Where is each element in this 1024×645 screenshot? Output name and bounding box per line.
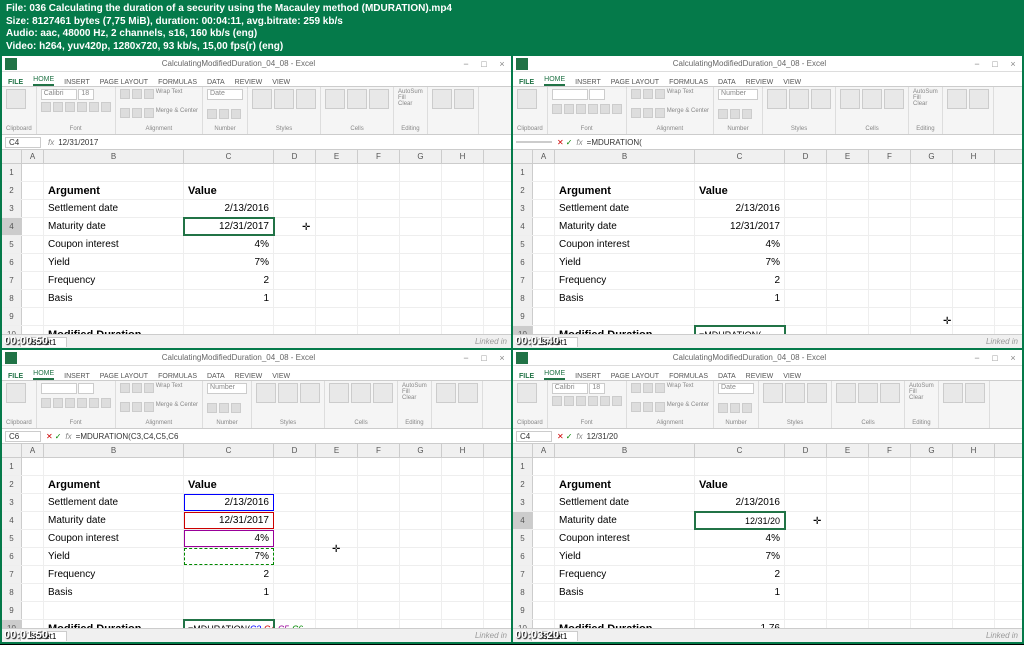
format-icon[interactable] — [369, 89, 389, 109]
timestamp: 00:00:50 — [4, 335, 48, 347]
numformat-select[interactable]: Date — [207, 89, 243, 100]
label-settlement[interactable]: Settlement date — [44, 200, 184, 217]
cursor-icon: ✛ — [332, 544, 340, 555]
window-controls[interactable]: −□× — [457, 59, 511, 69]
col-H[interactable]: H — [442, 150, 484, 163]
tab-insert[interactable]: INSERT — [64, 79, 90, 86]
excel-icon — [5, 352, 17, 364]
ribbon-tabs[interactable]: FILE HOME INSERT PAGE LAYOUT FORMULAS DA… — [2, 72, 511, 87]
excel-icon — [516, 352, 528, 364]
tab-formulas[interactable]: FORMULAS — [158, 79, 197, 86]
edit-cell-moddur[interactable]: =MDURATION( — [695, 326, 785, 334]
condfmt-icon[interactable] — [252, 89, 272, 109]
align-icon[interactable] — [120, 89, 130, 99]
formula-content[interactable]: 12/31/20 — [587, 432, 1022, 441]
fillcolor-icon[interactable] — [89, 102, 99, 112]
val-basis[interactable]: 1 — [184, 290, 274, 307]
worksheet[interactable]: ABCDEFGH 1 2ArgumentValue 3Settlement da… — [513, 444, 1022, 628]
col-D[interactable]: D — [274, 150, 316, 163]
window-title: CalculatingModifiedDuration_04_08 - Exce… — [20, 59, 457, 68]
tab-pagelayout[interactable]: PAGE LAYOUT — [100, 79, 148, 86]
underline-icon[interactable] — [65, 102, 75, 112]
col-F[interactable]: F — [358, 150, 400, 163]
sheet-tab-bar[interactable]: Sheet1 — [2, 334, 511, 348]
window-titlebar: CalculatingModifiedDuration_04_08 - Exce… — [2, 56, 511, 72]
val-settlement[interactable]: 2/13/2016 — [184, 200, 274, 217]
fontsize-select[interactable]: 18 — [78, 89, 94, 100]
paste-icon[interactable] — [6, 89, 26, 109]
pane-2: CalculatingModifiedDuration_04_08 - Exce… — [513, 56, 1022, 348]
col-B[interactable]: B — [44, 150, 184, 163]
cellstyle-icon[interactable] — [296, 89, 316, 109]
cursor-icon: ✛ — [302, 222, 310, 233]
border-icon[interactable] — [77, 102, 87, 112]
tab-data[interactable]: DATA — [207, 79, 225, 86]
find-icon[interactable] — [454, 89, 474, 109]
font-select[interactable]: Calibri — [41, 89, 77, 100]
minimize-icon[interactable]: − — [457, 59, 475, 69]
bold-icon[interactable] — [41, 102, 51, 112]
val-freq[interactable]: 2 — [184, 272, 274, 289]
italic-icon[interactable] — [53, 102, 63, 112]
excel-icon — [5, 58, 17, 70]
col-A[interactable]: A — [22, 150, 44, 163]
val-moddur[interactable]: 1.76 — [695, 620, 785, 628]
thumbnail-grid: CalculatingModifiedDuration_04_08 - Exce… — [0, 56, 1024, 644]
label-freq[interactable]: Frequency — [44, 272, 184, 289]
col-C[interactable]: C — [184, 150, 274, 163]
sort-icon[interactable] — [432, 89, 452, 109]
excel-icon — [516, 58, 528, 70]
table-icon[interactable] — [274, 89, 294, 109]
info-size: Size: 8127461 bytes (7,75 MiB), duration… — [6, 16, 1018, 29]
edit-cell-moddur[interactable]: =MDURATION(C3,C4,C5,C6 — [184, 620, 274, 628]
info-audio: Audio: aac, 48000 Hz, 2 channels, s16, 1… — [6, 28, 1018, 41]
val-maturity-selected[interactable]: 12/31/2017 — [184, 218, 274, 235]
formula-content[interactable]: =MDURATION( — [587, 138, 1022, 147]
formula-content[interactable]: 12/31/2017 — [58, 138, 511, 147]
info-video: Video: h264, yuv420p, 1280x720, 93 kb/s,… — [6, 41, 1018, 54]
pane-3: CalculatingModifiedDuration_04_08 - Exce… — [2, 350, 511, 642]
worksheet[interactable]: A B C D E F G H 1 2ArgumentValue 3Settle… — [2, 150, 511, 334]
header-value[interactable]: Value — [184, 182, 274, 199]
worksheet[interactable]: ABCDEFGH 1 2ArgumentValue 3Settlement da… — [513, 150, 1022, 334]
formula-bar[interactable]: C4 fx 12/31/2017 — [2, 135, 511, 150]
tab-review[interactable]: REVIEW — [235, 79, 263, 86]
tab-home[interactable]: HOME — [33, 76, 54, 86]
info-file: File: 036 Calculating the duration of a … — [6, 3, 1018, 16]
label-coupon[interactable]: Coupon interest — [44, 236, 184, 253]
col-G[interactable]: G — [400, 150, 442, 163]
watermark: Linked in — [475, 337, 507, 346]
delete-icon[interactable] — [347, 89, 367, 109]
formula-content[interactable]: =MDURATION(C3,C4,C5,C6 — [76, 432, 511, 441]
pane-1: CalculatingModifiedDuration_04_08 - Exce… — [2, 56, 511, 348]
header-argument[interactable]: Argument — [44, 182, 184, 199]
label-moddur[interactable]: Modified Duration — [44, 326, 184, 334]
file-info-header: File: 036 Calculating the duration of a … — [0, 0, 1024, 56]
tab-view[interactable]: VIEW — [272, 79, 290, 86]
label-yield[interactable]: Yield — [44, 254, 184, 271]
insert-icon[interactable] — [325, 89, 345, 109]
cursor-icon: ✛ — [943, 316, 951, 327]
close-icon[interactable]: × — [493, 59, 511, 69]
label-maturity[interactable]: Maturity date — [44, 218, 184, 235]
val-coupon[interactable]: 4% — [184, 236, 274, 253]
label-basis[interactable]: Basis — [44, 290, 184, 307]
pane-4: CalculatingModifiedDuration_04_08 - Exce… — [513, 350, 1022, 642]
col-E[interactable]: E — [316, 150, 358, 163]
fontcolor-icon[interactable] — [101, 102, 111, 112]
name-box[interactable]: C4 — [5, 137, 41, 148]
maximize-icon[interactable]: □ — [475, 59, 493, 69]
fx-icon[interactable]: fx — [48, 138, 54, 147]
ribbon[interactable]: Clipboard Calibri 18Font Wrap TextMerge … — [2, 87, 511, 135]
val-maturity-editing[interactable]: 12/31/20 — [695, 512, 785, 529]
val-yield[interactable]: 7% — [184, 254, 274, 271]
cursor-icon: ✛ — [813, 516, 821, 527]
tab-file[interactable]: FILE — [8, 79, 23, 86]
worksheet[interactable]: ABCDEFGH 1 2ArgumentValue 3Settlement da… — [2, 444, 511, 628]
